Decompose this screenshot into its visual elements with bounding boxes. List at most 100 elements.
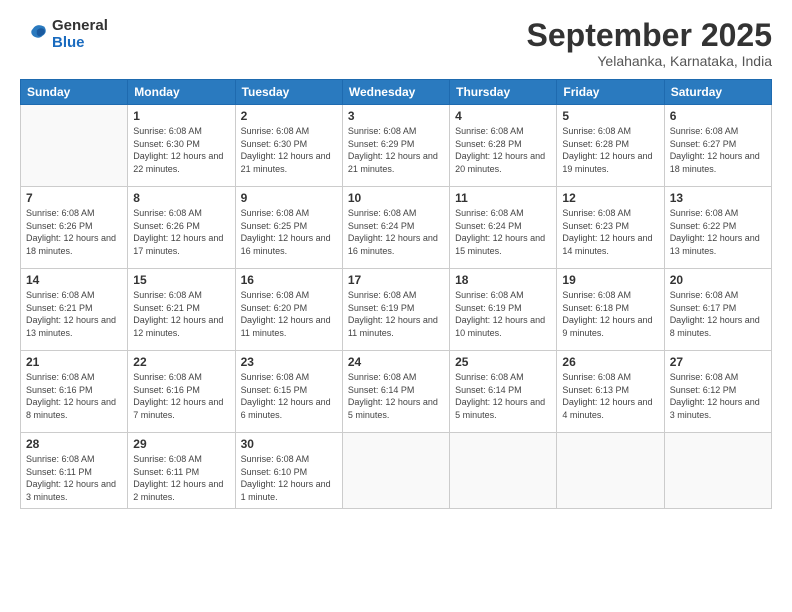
day-info: Sunrise: 6:08 AM Sunset: 6:30 PM Dayligh… — [133, 125, 229, 175]
day-info: Sunrise: 6:08 AM Sunset: 6:27 PM Dayligh… — [670, 125, 766, 175]
table-row: 2Sunrise: 6:08 AM Sunset: 6:30 PM Daylig… — [235, 105, 342, 187]
day-info: Sunrise: 6:08 AM Sunset: 6:26 PM Dayligh… — [133, 207, 229, 257]
table-row: 1 Sunrise: 6:08 AM Sunset: 6:30 PM Daylig… — [128, 105, 235, 187]
header-monday: Monday — [128, 80, 235, 105]
logo-icon — [20, 21, 48, 49]
table-row: 14Sunrise: 6:08 AM Sunset: 6:21 PM Dayli… — [21, 269, 128, 351]
table-row: 28 Sunrise: 6:08 AM Sunset: 6:11 PM Dayli… — [21, 433, 128, 508]
day-info: Sunrise: 6:08 AM Sunset: 6:19 PM Dayligh… — [455, 289, 551, 339]
day-info: Sunrise: 6:08 AM Sunset: 6:29 PM Dayligh… — [348, 125, 444, 175]
day-info: Sunrise: 6:08 AM Sunset: 6:26 PM Dayligh… — [26, 207, 122, 257]
header-sunday: Sunday — [21, 80, 128, 105]
day-number: 28 — [26, 437, 122, 451]
table-row: 4 Sunrise: 6:08 AM Sunset: 6:28 PM Daylig… — [450, 105, 557, 187]
table-row: 30Sunrise: 6:08 AM Sunset: 6:10 PM Dayli… — [235, 433, 342, 508]
table-row: 3 Sunrise: 6:08 AM Sunset: 6:29 PM Daylig… — [342, 105, 449, 187]
table-row: 20 Sunrise: 6:08 AM Sunset: 6:17 PM Dayli… — [664, 269, 771, 351]
table-row — [342, 433, 449, 508]
day-info: Sunrise: 6:08 AM Sunset: 6:18 PM Dayligh… — [562, 289, 658, 339]
header-saturday: Saturday — [664, 80, 771, 105]
day-number: 24 — [348, 355, 444, 369]
day-info: Sunrise: 6:08 AM Sunset: 6:19 PM Dayligh… — [348, 289, 444, 339]
table-row: 6 Sunrise: 6:08 AM Sunset: 6:27 PM Daylig… — [664, 105, 771, 187]
day-info: Sunrise: 6:08 AM Sunset: 6:21 PM Dayligh… — [26, 289, 122, 339]
day-number: 15 — [133, 273, 229, 287]
table-row: 29 Sunrise: 6:08 AM Sunset: 6:11 PM Dayli… — [128, 433, 235, 508]
calendar-table: Sunday Monday Tuesday Wednesday Thursday… — [20, 79, 772, 508]
day-info: Sunrise: 6:08 AM Sunset: 6:16 PM Dayligh… — [26, 371, 122, 421]
table-row: 15 Sunrise: 6:08 AM Sunset: 6:21 PM Dayli… — [128, 269, 235, 351]
calendar-header-row: Sunday Monday Tuesday Wednesday Thursday… — [21, 80, 772, 105]
day-number: 1 — [133, 109, 229, 123]
table-row: 10 Sunrise: 6:08 AM Sunset: 6:24 PM Dayli… — [342, 187, 449, 269]
header-thursday: Thursday — [450, 80, 557, 105]
day-number: 17 — [348, 273, 444, 287]
table-row: 26 Sunrise: 6:08 AM Sunset: 6:13 PM Dayli… — [557, 351, 664, 433]
table-row: 13 Sunrise: 6:08 AM Sunset: 6:22 PM Dayli… — [664, 187, 771, 269]
table-row: 16Sunrise: 6:08 AM Sunset: 6:20 PM Dayli… — [235, 269, 342, 351]
day-number: 10 — [348, 191, 444, 205]
day-number: 6 — [670, 109, 766, 123]
table-row: 23Sunrise: 6:08 AM Sunset: 6:15 PM Dayli… — [235, 351, 342, 433]
day-number: 21 — [26, 355, 122, 369]
table-row — [450, 433, 557, 508]
table-row — [664, 433, 771, 508]
day-number: 11 — [455, 191, 551, 205]
day-info: Sunrise: 6:08 AM Sunset: 6:21 PM Dayligh… — [133, 289, 229, 339]
day-info: Sunrise: 6:08 AM Sunset: 6:13 PM Dayligh… — [562, 371, 658, 421]
table-row: 24Sunrise: 6:08 AM Sunset: 6:14 PM Dayli… — [342, 351, 449, 433]
table-row: 18 Sunrise: 6:08 AM Sunset: 6:19 PM Dayli… — [450, 269, 557, 351]
day-number: 25 — [455, 355, 551, 369]
day-info: Sunrise: 6:08 AM Sunset: 6:23 PM Dayligh… — [562, 207, 658, 257]
day-number: 12 — [562, 191, 658, 205]
table-row: 21 Sunrise: 6:08 AM Sunset: 6:16 PM Dayli… — [21, 351, 128, 433]
day-number: 4 — [455, 109, 551, 123]
day-number: 5 — [562, 109, 658, 123]
subtitle: Yelahanka, Karnataka, India — [527, 53, 772, 69]
day-info: Sunrise: 6:08 AM Sunset: 6:14 PM Dayligh… — [455, 371, 551, 421]
day-info: Sunrise: 6:08 AM Sunset: 6:15 PM Dayligh… — [241, 371, 337, 421]
title-block: September 2025 Yelahanka, Karnataka, Ind… — [527, 18, 772, 69]
table-row — [21, 105, 128, 187]
day-number: 13 — [670, 191, 766, 205]
day-number: 7 — [26, 191, 122, 205]
table-row: 19Sunrise: 6:08 AM Sunset: 6:18 PM Dayli… — [557, 269, 664, 351]
day-number: 29 — [133, 437, 229, 451]
header-tuesday: Tuesday — [235, 80, 342, 105]
table-row: 8 Sunrise: 6:08 AM Sunset: 6:26 PM Daylig… — [128, 187, 235, 269]
logo-blue-text: Blue — [52, 35, 108, 52]
page: General Blue September 2025 Yelahanka, K… — [0, 0, 792, 612]
day-info: Sunrise: 6:08 AM Sunset: 6:16 PM Dayligh… — [133, 371, 229, 421]
table-row: 7 Sunrise: 6:08 AM Sunset: 6:26 PM Daylig… — [21, 187, 128, 269]
day-info: Sunrise: 6:08 AM Sunset: 6:25 PM Dayligh… — [241, 207, 337, 257]
day-info: Sunrise: 6:08 AM Sunset: 6:11 PM Dayligh… — [26, 453, 122, 503]
main-title: September 2025 — [527, 18, 772, 53]
day-number: 26 — [562, 355, 658, 369]
table-row: 5 Sunrise: 6:08 AM Sunset: 6:28 PM Daylig… — [557, 105, 664, 187]
table-row: 17 Sunrise: 6:08 AM Sunset: 6:19 PM Dayli… — [342, 269, 449, 351]
table-row: 9Sunrise: 6:08 AM Sunset: 6:25 PM Daylig… — [235, 187, 342, 269]
day-number: 8 — [133, 191, 229, 205]
table-row: 22Sunrise: 6:08 AM Sunset: 6:16 PM Dayli… — [128, 351, 235, 433]
day-info: Sunrise: 6:08 AM Sunset: 6:10 PM Dayligh… — [241, 453, 337, 503]
day-number: 18 — [455, 273, 551, 287]
day-number: 20 — [670, 273, 766, 287]
day-info: Sunrise: 6:08 AM Sunset: 6:17 PM Dayligh… — [670, 289, 766, 339]
table-row: 27 Sunrise: 6:08 AM Sunset: 6:12 PM Dayli… — [664, 351, 771, 433]
day-info: Sunrise: 6:08 AM Sunset: 6:24 PM Dayligh… — [348, 207, 444, 257]
day-info: Sunrise: 6:08 AM Sunset: 6:28 PM Dayligh… — [562, 125, 658, 175]
day-info: Sunrise: 6:08 AM Sunset: 6:30 PM Dayligh… — [241, 125, 337, 175]
table-row: 25 Sunrise: 6:08 AM Sunset: 6:14 PM Dayli… — [450, 351, 557, 433]
header-friday: Friday — [557, 80, 664, 105]
day-number: 3 — [348, 109, 444, 123]
day-number: 27 — [670, 355, 766, 369]
header: General Blue September 2025 Yelahanka, K… — [20, 18, 772, 69]
day-info: Sunrise: 6:08 AM Sunset: 6:24 PM Dayligh… — [455, 207, 551, 257]
header-wednesday: Wednesday — [342, 80, 449, 105]
day-info: Sunrise: 6:08 AM Sunset: 6:12 PM Dayligh… — [670, 371, 766, 421]
day-info: Sunrise: 6:08 AM Sunset: 6:11 PM Dayligh… — [133, 453, 229, 503]
table-row: 11 Sunrise: 6:08 AM Sunset: 6:24 PM Dayli… — [450, 187, 557, 269]
day-info: Sunrise: 6:08 AM Sunset: 6:28 PM Dayligh… — [455, 125, 551, 175]
logo-text: General Blue — [52, 18, 108, 51]
day-info: Sunrise: 6:08 AM Sunset: 6:22 PM Dayligh… — [670, 207, 766, 257]
